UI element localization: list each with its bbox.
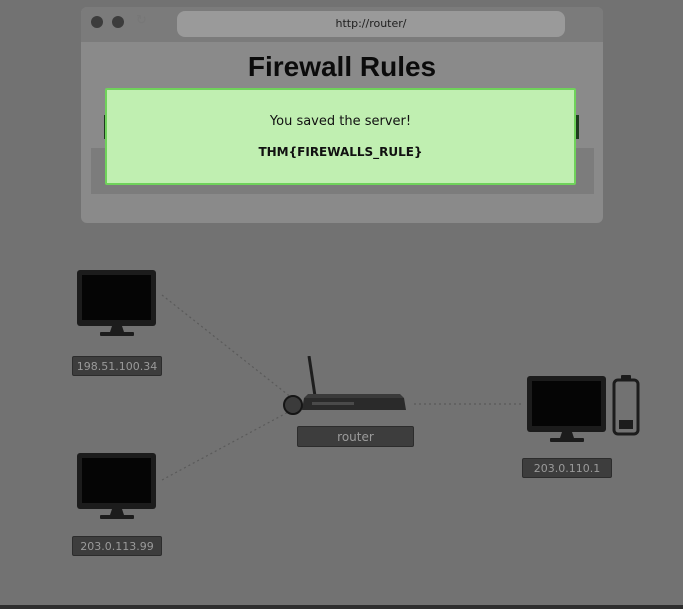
url-bar[interactable]: http://router/ [177,11,565,37]
router-label: router [297,426,414,447]
computer-icon[interactable] [76,452,158,520]
ip-label-203-0-110-1: 203.0.110.1 [522,458,612,478]
network-stage: ↻ http://router/ Firewall Rules You save… [0,0,683,606]
link-bottom-left [161,409,293,481]
minimize-dot-icon[interactable] [112,16,124,28]
alert-message: You saved the server! [269,114,412,129]
ip-label-198-51-100-34: 198.51.100.34 [72,356,162,376]
success-alert: You saved the server! THM{FIREWALLS_RULE… [105,88,576,185]
battery-low-icon [612,375,640,436]
page-title: Firewall Rules [247,51,437,82]
computer-icon[interactable] [526,375,608,443]
close-dot-icon[interactable] [91,16,103,28]
browser-titlebar: ↻ http://router/ [81,7,603,42]
router-icon[interactable] [282,356,408,418]
alert-flag: THM{FIREWALLS_RULE} [258,145,423,159]
link-top-left [161,294,293,399]
computer-icon[interactable] [76,269,158,337]
ip-label-203-0-113-99: 203.0.113.99 [72,536,162,556]
bottom-bar [0,605,683,609]
refresh-icon[interactable]: ↻ [136,13,150,29]
